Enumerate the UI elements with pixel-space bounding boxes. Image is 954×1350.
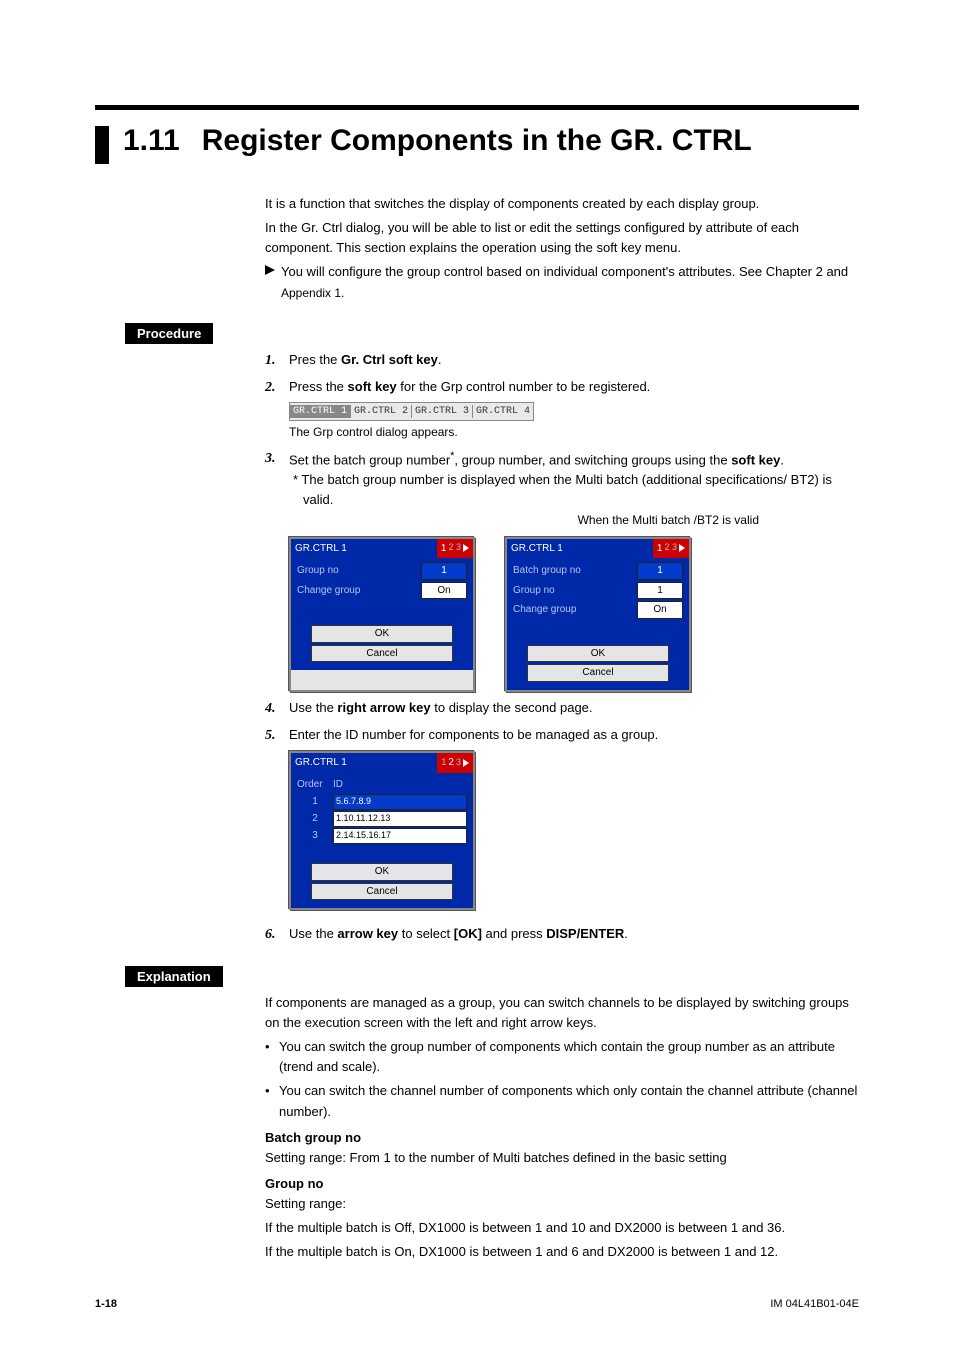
exp-line: Setting range: xyxy=(265,1194,859,1214)
explanation-label: Explanation xyxy=(125,966,223,987)
step-6: Use the arrow key to select [OK] and pre… xyxy=(289,924,859,946)
dialog-pager: 12 3 xyxy=(653,539,689,559)
bullet-icon: • xyxy=(265,1037,279,1077)
order-cell: 2 xyxy=(297,811,333,827)
section-heading: 1.11 Register Components in the GR. CTRL xyxy=(95,124,859,164)
field-label: Change group xyxy=(297,583,360,599)
field-label: Group no xyxy=(513,583,555,599)
order-cell: 3 xyxy=(297,828,333,844)
exp-line: If the multiple batch is Off, DX1000 is … xyxy=(265,1218,859,1238)
section-rule xyxy=(95,105,859,110)
ok-button[interactable]: OK xyxy=(311,863,453,881)
exp-bullet: You can switch the channel number of com… xyxy=(279,1081,859,1121)
field-value[interactable]: 1 xyxy=(637,562,683,580)
cancel-button[interactable]: Cancel xyxy=(311,883,453,901)
gr-ctrl-dialog-bt2: GR.CTRL 1 12 3 Batch group no 1 Group no 1… xyxy=(505,537,691,692)
ok-button[interactable]: OK xyxy=(527,645,669,663)
doc-id: IM 04L41B01-04E xyxy=(770,1298,859,1310)
intro-block: It is a function that switches the displ… xyxy=(265,194,859,307)
step-1: Pres the Gr. Ctrl soft key. xyxy=(289,350,859,372)
exp-bullet: You can switch the group number of compo… xyxy=(279,1037,859,1077)
dialog-title: GR.CTRL 1 xyxy=(507,539,653,559)
dialog-title: GR.CTRL 1 xyxy=(291,753,437,773)
step-number: 6. xyxy=(265,924,289,946)
dialog-caption: When the Multi batch /BT2 is valid xyxy=(578,513,759,527)
exp-line: Setting range: From 1 to the number of M… xyxy=(265,1148,859,1168)
field-value[interactable]: On xyxy=(421,582,467,600)
id-cell[interactable]: 2.14.15.16.17 xyxy=(333,828,467,844)
field-value[interactable]: 1 xyxy=(421,562,467,580)
step-2: Press the soft key for the Grp control n… xyxy=(289,377,859,441)
field-label: Group no xyxy=(297,563,339,579)
order-cell: 1 xyxy=(297,794,333,810)
step-3-footnote: * The batch group number is displayed wh… xyxy=(303,470,859,510)
gr-ctrl-dialog-ids: GR.CTRL 1 123 OrderID 15.6.7.8.9 21.10.1… xyxy=(289,751,475,910)
col-header: ID xyxy=(333,777,343,793)
col-header: Order xyxy=(297,777,333,793)
procedure-label: Procedure xyxy=(125,323,213,344)
cancel-button[interactable]: Cancel xyxy=(527,664,669,682)
gr-ctrl-dialog-basic: GR.CTRL 1 12 3 Group no1 Change groupOn … xyxy=(289,537,475,692)
chevron-right-icon xyxy=(463,759,469,767)
step-number: 5. xyxy=(265,725,289,910)
id-cell[interactable]: 5.6.7.8.9 xyxy=(333,794,467,810)
field-label: Change group xyxy=(513,602,576,618)
ok-button[interactable]: OK xyxy=(311,625,453,643)
softkey-bar: GR.CTRL 1GR.CTRL 2GR.CTRL 3GR.CTRL 4 xyxy=(289,402,534,422)
exp-subhead: Group no xyxy=(265,1174,859,1194)
step-3: Set the batch group number*, group numbe… xyxy=(289,448,859,692)
chevron-right-icon xyxy=(463,544,469,552)
dialog-pager: 12 3 xyxy=(437,539,473,559)
exp-line: If the multiple batch is On, DX1000 is b… xyxy=(265,1242,859,1262)
chevron-right-icon xyxy=(679,544,685,552)
step-4: Use the right arrow key to display the s… xyxy=(289,698,859,720)
bullet-icon: • xyxy=(265,1081,279,1121)
section-title: Register Components in the GR. CTRL xyxy=(202,124,752,158)
exp-subhead: Batch group no xyxy=(265,1128,859,1148)
heading-bar xyxy=(95,126,109,164)
step-number: 3. xyxy=(265,448,289,692)
arrow-icon xyxy=(265,265,275,275)
step-number: 2. xyxy=(265,377,289,441)
intro-p1: It is a function that switches the displ… xyxy=(265,194,859,214)
step-5: Enter the ID number for components to be… xyxy=(289,725,859,910)
page-number: 1-18 xyxy=(95,1298,117,1310)
dialog-title: GR.CTRL 1 xyxy=(291,539,437,559)
dialog-pager: 123 xyxy=(437,753,473,773)
field-value[interactable]: 1 xyxy=(637,582,683,600)
step-number: 1. xyxy=(265,350,289,372)
step-2-note: The Grp control dialog appears. xyxy=(289,423,859,442)
section-number: 1.11 xyxy=(123,124,180,158)
field-label: Batch group no xyxy=(513,563,581,579)
id-cell[interactable]: 1.10.11.12.13 xyxy=(333,811,467,827)
step-number: 4. xyxy=(265,698,289,720)
intro-p2: In the Gr. Ctrl dialog, you will be able… xyxy=(265,218,859,258)
page-footer: 1-18 IM 04L41B01-04E xyxy=(95,1298,859,1310)
field-value[interactable]: On xyxy=(637,601,683,619)
exp-p1: If components are managed as a group, yo… xyxy=(265,993,859,1033)
cancel-button[interactable]: Cancel xyxy=(311,645,453,663)
intro-p3: You will configure the group control bas… xyxy=(281,262,859,302)
